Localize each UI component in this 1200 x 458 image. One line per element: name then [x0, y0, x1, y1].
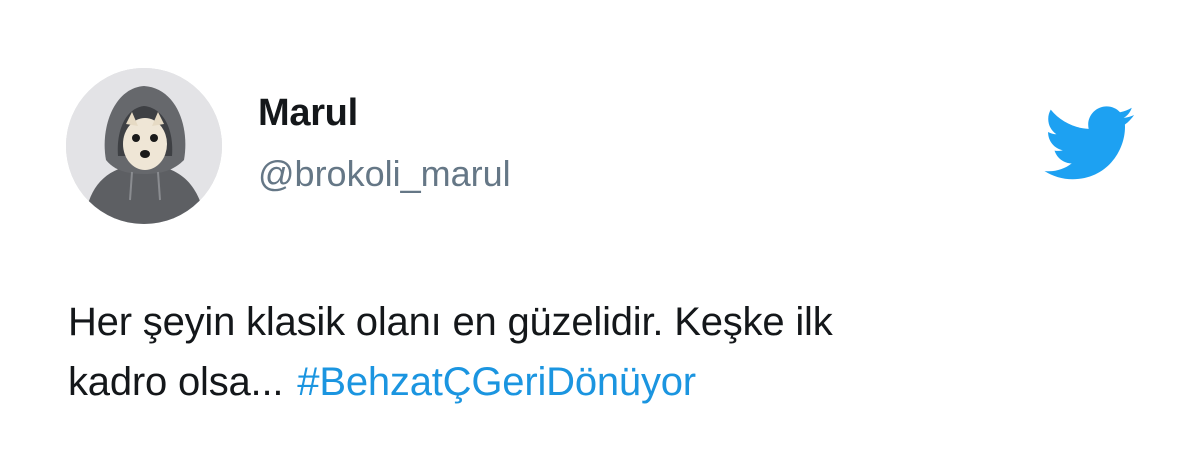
tweet-text-line-2: kadro olsa... #BehzatÇGeriDönüyor [68, 352, 1128, 412]
avatar[interactable] [66, 68, 222, 224]
tweet-text: Her şeyin klasik olanı en güzelidir. Keş… [68, 292, 1128, 412]
tweet-text-line-1: Her şeyin klasik olanı en güzelidir. Keş… [68, 300, 833, 344]
display-name[interactable]: Marul [258, 94, 358, 132]
hashtag-link[interactable]: #BehzatÇGeriDönüyor [297, 360, 696, 404]
tweet-text-line-2-body: kadro olsa... [68, 360, 284, 404]
avatar-image [66, 68, 222, 224]
twitter-bird-icon[interactable] [1044, 106, 1136, 182]
user-handle[interactable]: @brokoli_marul [258, 156, 511, 192]
